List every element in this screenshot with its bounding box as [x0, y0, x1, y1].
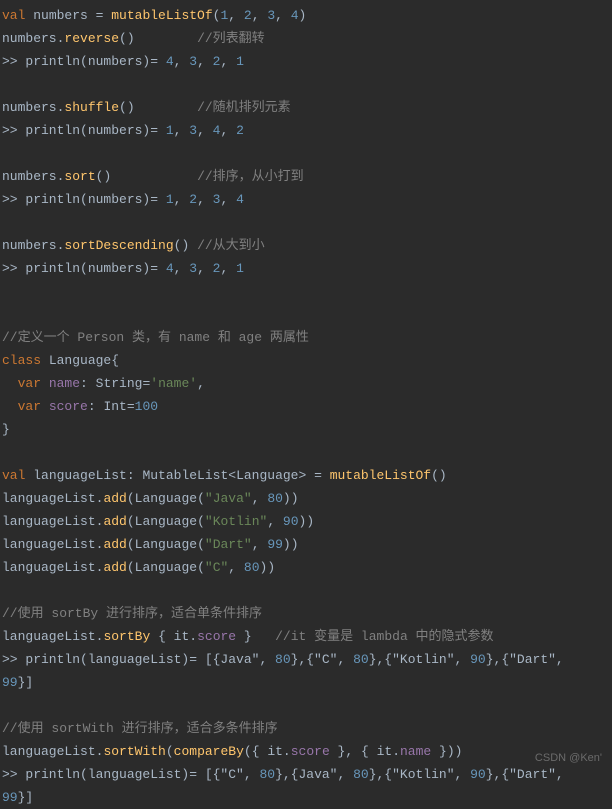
code-line: 99}]	[0, 671, 612, 694]
code-line: >> println(numbers)= 1, 3, 4, 2	[0, 119, 612, 142]
keyword: val	[2, 8, 25, 23]
code-line	[0, 280, 612, 303]
code-line: numbers.sortDescending() //从大到小	[0, 234, 612, 257]
watermark: CSDN @Ken'	[535, 747, 602, 770]
code-line: //使用 sortWith 进行排序，适合多条件排序	[0, 717, 612, 740]
code-line: val numbers = mutableListOf(1, 2, 3, 4)	[0, 4, 612, 27]
code-line: languageList.sortBy { it.score } //it 变量…	[0, 625, 612, 648]
function: mutableListOf	[111, 8, 212, 23]
code-line	[0, 142, 612, 165]
code-line	[0, 303, 612, 326]
code-line: >> println(languageList)= [{"C", 80},{Ja…	[0, 763, 612, 786]
code-line	[0, 579, 612, 602]
code-line: >> println(languageList)= [{Java", 80},{…	[0, 648, 612, 671]
code-line	[0, 211, 612, 234]
code-line: var score: Int=100	[0, 395, 612, 418]
code-line: >> println(numbers)= 1, 2, 3, 4	[0, 188, 612, 211]
code-line	[0, 73, 612, 96]
code-line: val languageList: MutableList<Language> …	[0, 464, 612, 487]
code-line: }	[0, 418, 612, 441]
code-line: languageList.sortWith(compareBy({ it.sco…	[0, 740, 612, 763]
code-line	[0, 694, 612, 717]
code-line: numbers.sort() //排序，从小打到	[0, 165, 612, 188]
code-line: languageList.add(Language("C", 80))	[0, 556, 612, 579]
code-line: //定义一个 Person 类，有 name 和 age 两属性	[0, 326, 612, 349]
code-line: class Language{	[0, 349, 612, 372]
code-line: var name: String='name',	[0, 372, 612, 395]
code-line: >> println(numbers)= 4, 3, 2, 1	[0, 50, 612, 73]
code-line: //使用 sortBy 进行排序，适合单条件排序	[0, 602, 612, 625]
code-block: val numbers = mutableListOf(1, 2, 3, 4) …	[0, 4, 612, 809]
code-line: languageList.add(Language("Dart", 99))	[0, 533, 612, 556]
code-line: numbers.shuffle() //随机排列元素	[0, 96, 612, 119]
code-line: numbers.reverse() //列表翻转	[0, 27, 612, 50]
code-line: languageList.add(Language("Java", 80))	[0, 487, 612, 510]
identifier: numbers	[33, 8, 88, 23]
code-line	[0, 441, 612, 464]
code-line: 99}]	[0, 786, 612, 809]
comment: //列表翻转	[197, 31, 265, 46]
code-line: >> println(numbers)= 4, 3, 2, 1	[0, 257, 612, 280]
code-line: languageList.add(Language("Kotlin", 90))	[0, 510, 612, 533]
